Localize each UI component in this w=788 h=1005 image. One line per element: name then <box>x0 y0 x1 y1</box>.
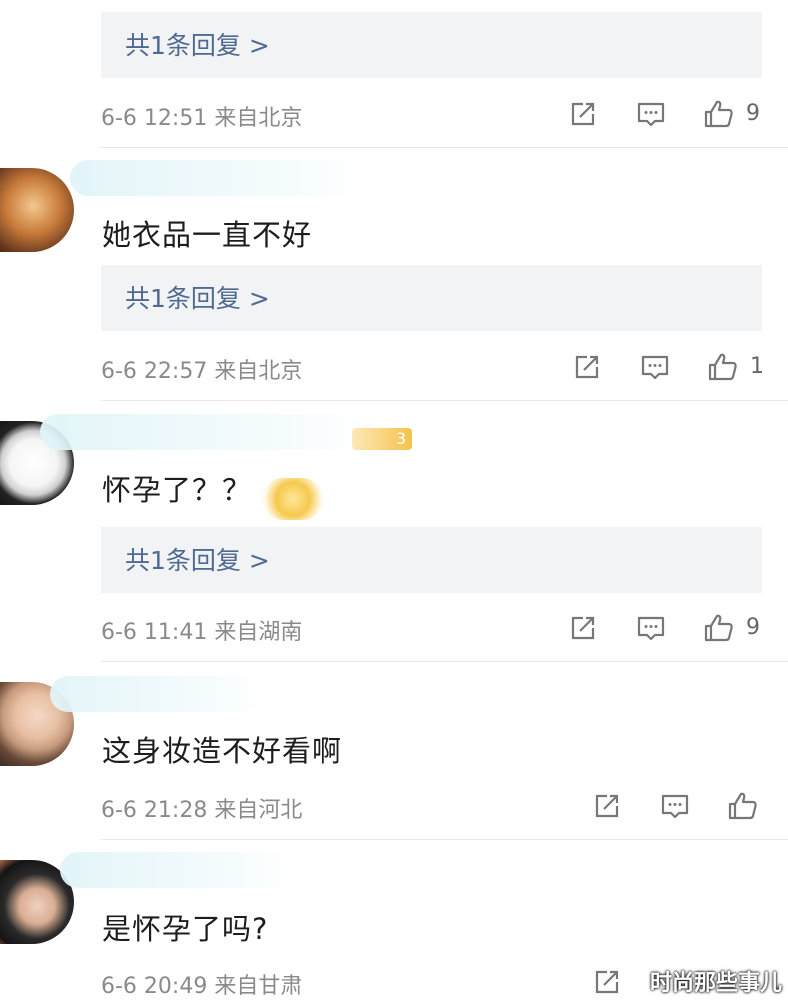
username-blurred[interactable] <box>70 160 360 196</box>
badge-level: 3 <box>395 429 406 448</box>
sparkle-sticker <box>262 478 324 520</box>
view-replies-link[interactable]: 共1条回复 > <box>125 279 270 315</box>
comment-meta: 6-6 11:41 来自湖南 <box>101 620 303 645</box>
share-icon <box>590 789 624 823</box>
like-button[interactable] <box>706 350 740 384</box>
share-button[interactable] <box>566 97 600 131</box>
reply-button[interactable] <box>634 611 668 645</box>
like-count: 1 <box>750 354 764 379</box>
avatar[interactable] <box>0 168 74 252</box>
like-button[interactable] <box>726 789 760 823</box>
share-button[interactable] <box>566 611 600 645</box>
comment-meta: 6-6 12:51 来自北京 <box>101 106 303 131</box>
comment-icon <box>658 789 692 823</box>
watermark: 时尚那些事儿 <box>649 971 782 996</box>
user-level-badge: 3 <box>352 428 412 450</box>
comment-text: 怀孕了？？ <box>102 473 253 507</box>
reply-box[interactable]: 共1条回复 > <box>101 12 762 78</box>
comment-text: 她衣品一直不好 <box>102 218 313 252</box>
reply-button[interactable] <box>634 97 668 131</box>
like-button[interactable] <box>702 611 736 645</box>
view-replies-link[interactable]: 共1条回复 > <box>125 541 270 577</box>
divider <box>101 147 788 148</box>
view-replies-link[interactable]: 共1条回复 > <box>125 26 270 62</box>
comment-meta: 6-6 22:57 来自北京 <box>101 359 303 384</box>
comment-icon <box>634 611 668 645</box>
username-blurred[interactable] <box>60 852 290 888</box>
comment-text: 这身妆造不好看啊 <box>102 734 343 768</box>
share-icon <box>566 97 600 131</box>
thumbs-up-icon <box>726 789 760 823</box>
share-button[interactable] <box>570 350 604 384</box>
comment-icon <box>638 350 672 384</box>
comment-text: 是怀孕了吗? <box>102 912 269 946</box>
reply-button[interactable] <box>658 789 692 823</box>
divider <box>101 661 788 662</box>
comment-meta: 6-6 20:49 来自甘肃 <box>101 974 303 999</box>
username-blurred[interactable] <box>50 676 260 712</box>
like-count: 9 <box>746 615 760 640</box>
divider <box>101 400 788 401</box>
username-blurred[interactable] <box>40 414 360 450</box>
comment-icon <box>634 97 668 131</box>
share-button[interactable] <box>590 789 624 823</box>
reply-box[interactable]: 共1条回复 > <box>101 265 762 331</box>
like-count: 9 <box>746 101 760 126</box>
share-icon <box>590 965 624 999</box>
thumbs-up-icon <box>706 350 740 384</box>
share-button[interactable] <box>590 965 624 999</box>
reply-button[interactable] <box>638 350 672 384</box>
divider <box>101 839 788 840</box>
like-button[interactable] <box>702 97 736 131</box>
thumbs-up-icon <box>702 611 736 645</box>
reply-box[interactable]: 共1条回复 > <box>101 527 762 593</box>
thumbs-up-icon <box>702 97 736 131</box>
share-icon <box>570 350 604 384</box>
share-icon <box>566 611 600 645</box>
comment-meta: 6-6 21:28 来自河北 <box>101 798 303 823</box>
